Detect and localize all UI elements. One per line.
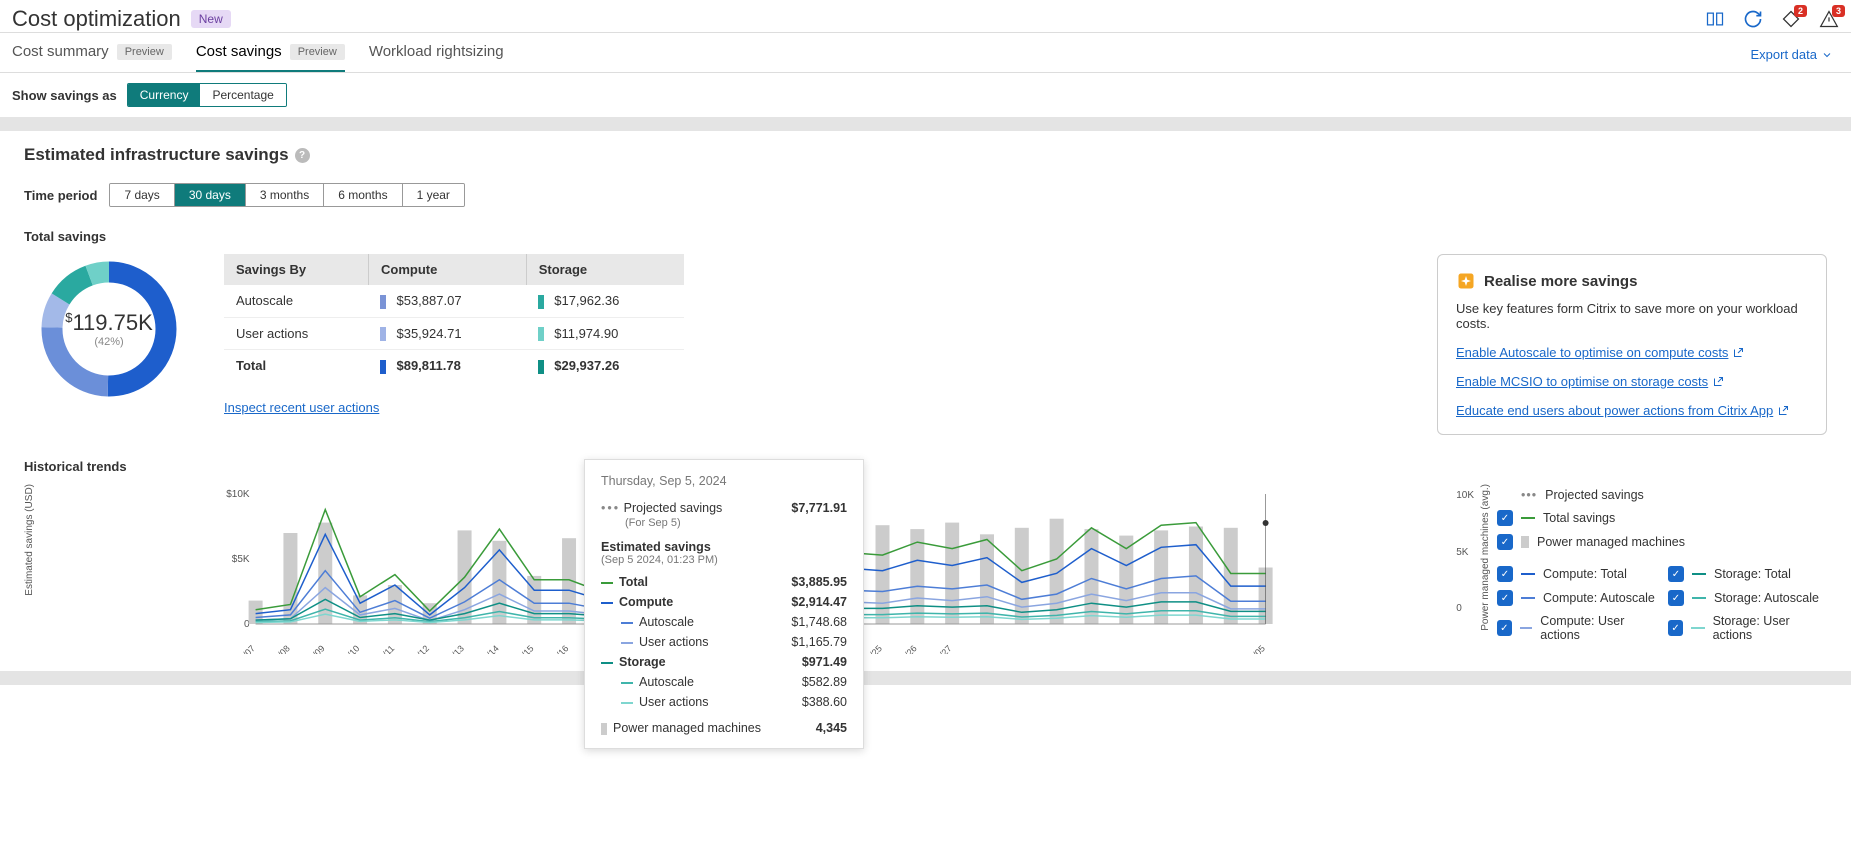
page-title: Cost optimization (12, 6, 181, 32)
legend-item[interactable]: ✓Compute: Autoscale (1497, 586, 1656, 610)
svg-text:08/13: 08/13 (443, 643, 466, 654)
svg-text:08/12: 08/12 (408, 643, 431, 654)
period-30-days[interactable]: 30 days (175, 184, 246, 206)
notification-icon[interactable]: 2 (1781, 9, 1801, 29)
svg-text:08/07: 08/07 (234, 643, 257, 654)
savings-donut-chart: $119.75K (42%) (34, 254, 184, 404)
realise-link[interactable]: Enable Autoscale to optimise on compute … (1456, 345, 1808, 360)
help-icon[interactable]: ? (295, 148, 310, 163)
realise-desc: Use key features form Citrix to save mor… (1456, 301, 1808, 331)
new-badge: New (191, 10, 231, 28)
tooltip-projected-sub: (For Sep 5) (601, 517, 681, 529)
tooltip-pmm-value: 4,345 (816, 721, 847, 735)
th-storage: Storage (526, 254, 684, 285)
svg-text:08/09: 08/09 (304, 643, 327, 654)
toggle-currency[interactable]: Currency (128, 84, 201, 106)
total-savings-title: Total savings (24, 229, 1827, 244)
sparkle-icon (1456, 271, 1476, 291)
alert-icon[interactable]: 3 (1819, 9, 1839, 29)
legend-item[interactable]: •••Projected savings (1497, 484, 1827, 506)
legend-item[interactable]: ✓Power managed machines (1497, 530, 1827, 554)
historical-trends-title: Historical trends (24, 459, 1827, 474)
legend-item[interactable]: ✓Total savings (1497, 506, 1827, 530)
y2-tick: 10K (1456, 490, 1474, 501)
realise-title: Realise more savings (1484, 273, 1637, 290)
tooltip-pmm-label: Power managed machines (613, 721, 761, 735)
tab-workload-rightsizing[interactable]: Workload rightsizing (369, 33, 504, 72)
th-compute: Compute (368, 254, 526, 285)
th-savings-by: Savings By (224, 254, 368, 285)
legend-item[interactable]: ✓Storage: User actions (1668, 610, 1827, 646)
tooltip-est-sub: (Sep 5 2024, 01:23 PM) (601, 554, 847, 566)
toggle-percentage[interactable]: Percentage (200, 84, 285, 106)
estimated-savings-title: Estimated infrastructure savings (24, 145, 289, 165)
tooltip-est-label: Estimated savings (601, 540, 847, 554)
legend-item[interactable]: ✓Compute: Total (1497, 562, 1656, 586)
svg-text:$10K: $10K (226, 489, 250, 500)
refresh-icon[interactable] (1743, 9, 1763, 29)
donut-value: 119.75K (72, 310, 152, 335)
tooltip-projected-value: $7,771.91 (791, 501, 847, 515)
tab-cost-savings[interactable]: Cost savingsPreview (196, 33, 345, 72)
table-row-total: Total$89,811.78$29,937.26 (224, 350, 684, 382)
inspect-user-actions-link[interactable]: Inspect recent user actions (224, 400, 379, 415)
realise-link[interactable]: Enable MCSIO to optimise on storage cost… (1456, 374, 1808, 389)
tab-cost-summary[interactable]: Cost summaryPreview (12, 33, 172, 72)
svg-text:08/25: 08/25 (861, 643, 884, 654)
svg-text:08/16: 08/16 (547, 643, 570, 654)
chart-tooltip: Thursday, Sep 5, 2024 ••• Projected savi… (584, 459, 864, 749)
period-6-months[interactable]: 6 months (324, 184, 402, 206)
legend-item[interactable]: ✓Storage: Total (1668, 562, 1827, 586)
notification-badge: 2 (1794, 5, 1807, 17)
alert-badge: 3 (1832, 5, 1845, 17)
book-icon[interactable] (1705, 9, 1725, 29)
svg-text:08/27: 08/27 (931, 643, 954, 654)
legend-item[interactable]: ✓Storage: Autoscale (1668, 586, 1827, 610)
svg-text:08/08: 08/08 (269, 643, 292, 654)
chevron-down-icon (1821, 49, 1833, 61)
export-data-link[interactable]: Export data (1751, 47, 1834, 62)
period-7-days[interactable]: 7 days (110, 184, 174, 206)
table-row: User actions$35,924.71$11,974.90 (224, 317, 684, 350)
svg-text:09/05: 09/05 (1244, 643, 1267, 654)
tooltip-date: Thursday, Sep 5, 2024 (601, 474, 847, 488)
time-period-label: Time period (24, 188, 97, 203)
divider-strip (0, 117, 1851, 131)
realise-link[interactable]: Educate end users about power actions fr… (1456, 403, 1808, 418)
svg-text:08/14: 08/14 (478, 643, 501, 654)
y2-axis-label: Power managed machines (avg.) (1480, 484, 1491, 631)
svg-text:08/26: 08/26 (896, 643, 919, 654)
donut-percent: (42%) (65, 336, 153, 348)
tooltip-projected-label: Projected savings (624, 501, 723, 515)
table-row: Autoscale$53,887.07$17,962.36 (224, 285, 684, 317)
realise-savings-card: Realise more savings Use key features fo… (1437, 254, 1827, 435)
show-savings-label: Show savings as (12, 88, 117, 103)
savings-table: Savings By Compute Storage Autoscale$53,… (224, 254, 684, 382)
svg-text:08/11: 08/11 (374, 643, 397, 654)
y-axis-label: Estimated savings (USD) (24, 484, 35, 596)
legend-item[interactable]: ✓Compute: User actions (1497, 610, 1656, 646)
period-1-year[interactable]: 1 year (403, 184, 464, 206)
divider-strip-bottom (0, 671, 1851, 685)
svg-text:08/15: 08/15 (513, 643, 536, 654)
period-3-months[interactable]: 3 months (246, 184, 324, 206)
y2-tick: 0 (1456, 603, 1474, 614)
y2-tick: 5K (1456, 547, 1474, 558)
svg-text:08/10: 08/10 (338, 643, 361, 654)
svg-text:$5K: $5K (232, 554, 250, 565)
